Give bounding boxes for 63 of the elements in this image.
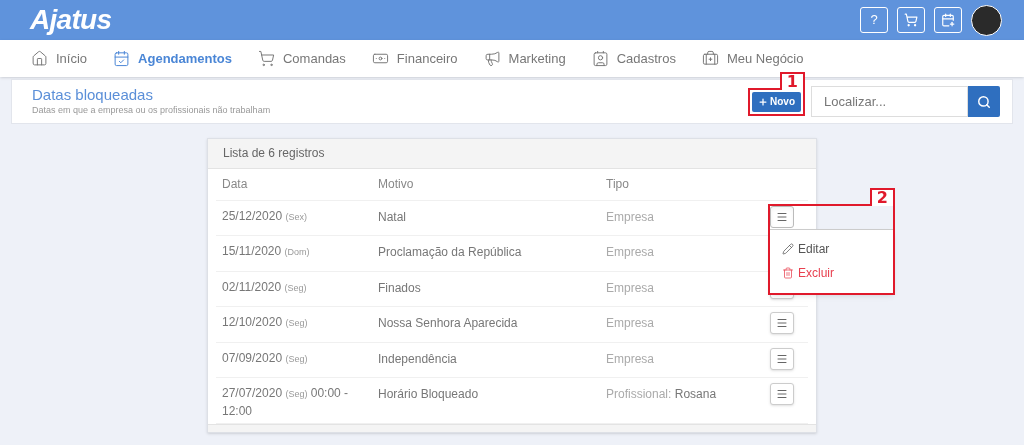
nav-icon [591,50,609,67]
calendar-button[interactable] [934,7,962,33]
nav-tab[interactable]: Início [31,48,88,69]
nav-tab[interactable]: Meu Negócio [701,48,804,69]
reason-cell-text: Natal [377,208,407,226]
cart-icon [904,13,918,27]
type-cell-text: Empresa [605,244,656,262]
reason-cell-text: Independência [377,350,458,368]
help-button[interactable]: ? [860,7,888,33]
menu-icon [776,388,788,401]
plus-icon [758,96,768,107]
menu-item[interactable]: Editar [770,237,842,262]
reason-cell-text: Proclamação da República [377,244,523,262]
page-title: Datas bloqueadas [32,85,154,104]
user-avatar[interactable] [971,4,1002,36]
page-subtitle: Datas em que a empresa ou os profissionais não trabalham [32,103,271,117]
search-icon [977,94,991,109]
reason-cell-text: Horário Bloqueado [377,386,480,404]
nav-tab[interactable]: Agendamentos [113,48,232,69]
list-caption: Lista de 6 registros [223,145,325,163]
search-field[interactable]: Localizar... [811,86,1000,117]
date-cell-text: 25/12/2020 (Sex) [221,207,308,225]
reason-cell-text: Nossa Senhora Aparecida [377,315,519,333]
nav-icon [701,50,719,67]
app-logo[interactable]: Ajatus [30,0,112,41]
nav-icon [113,50,131,67]
cart-button[interactable] [897,7,925,33]
date-cell-text: 12/10/2020 (Seg) [221,314,309,332]
column-header: Tipo [605,176,630,194]
type-cell-text: Profissional: Rosana [605,386,718,404]
calendar-icon [941,13,955,27]
trash-icon [782,267,794,280]
nav-tab[interactable]: Marketing [483,48,566,69]
date-cell-text: 15/11/2020 (Dom) [221,243,311,261]
nav-icon [483,50,501,67]
type-cell-text: Empresa [605,279,656,297]
menu-icon [776,317,788,330]
nav-tab[interactable]: Comandas [258,48,346,69]
date-cell-text: 27/07/2020 (Seg) 00:00 - 12:00 [221,385,350,421]
new-button[interactable]: Novo [752,91,801,112]
type-cell-text: Empresa [605,208,656,226]
menu-icon [776,352,788,365]
menu-icon [776,210,788,223]
row-menu-button[interactable] [770,347,794,370]
nav-icon [31,50,48,67]
nav-tab[interactable]: Financeiro [371,48,458,69]
row-menu-button[interactable] [770,312,794,335]
nav-icon [258,50,275,67]
menu-item[interactable]: Excluir [770,261,846,286]
date-cell-text: 02/11/2020 (Seg) [221,278,308,296]
column-header: Data [221,176,249,194]
reason-cell-text: Finados [377,279,422,297]
type-cell-text: Empresa [605,315,656,333]
search-input[interactable]: Localizar... [811,86,968,117]
annotation-number: 2 [869,187,895,206]
pencil-icon [782,243,794,256]
date-cell-text: 07/09/2020 (Seg) [221,349,309,367]
type-cell-text: Empresa [605,350,656,368]
nav-tab[interactable]: Cadastros [591,48,676,69]
column-header: Motivo [377,176,415,194]
row-menu-button[interactable] [770,205,794,228]
search-button[interactable] [968,86,1000,117]
row-menu-button[interactable] [770,383,794,406]
